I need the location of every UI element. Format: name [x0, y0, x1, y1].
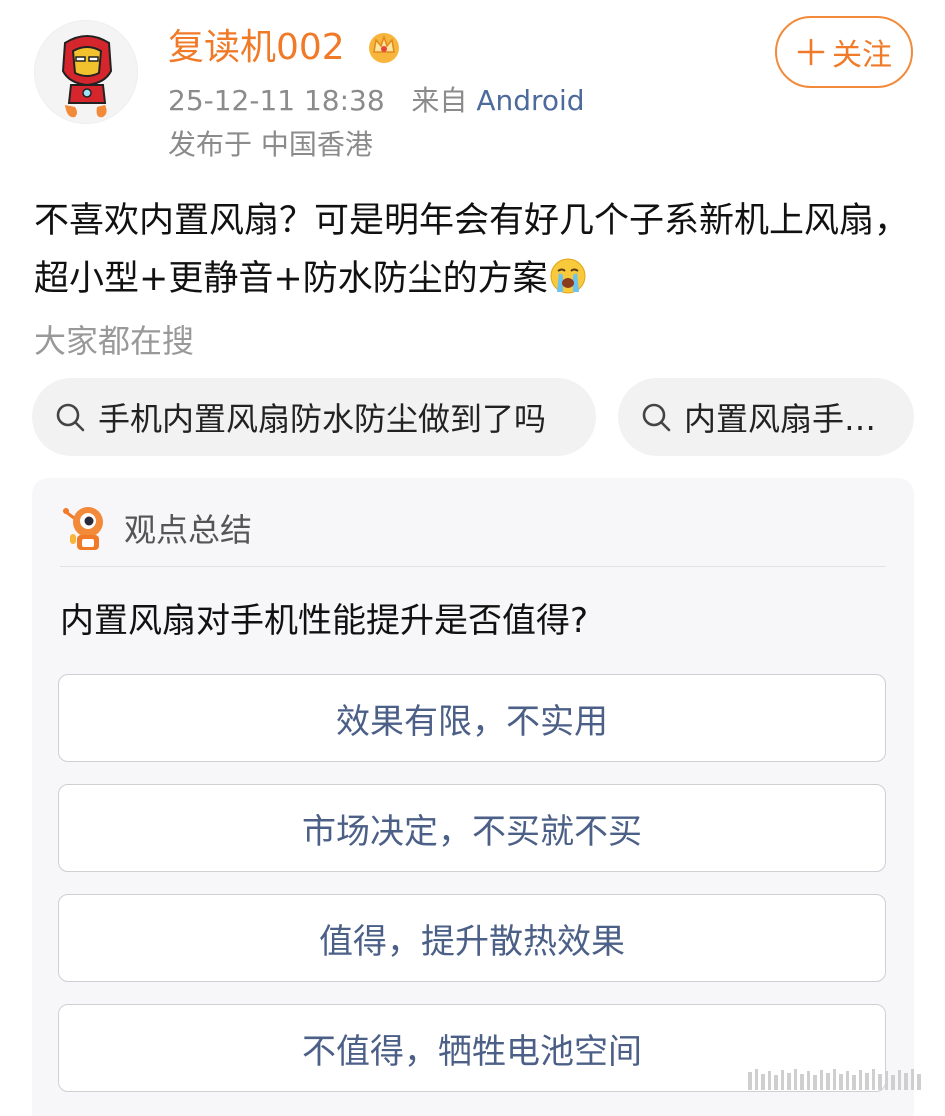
- timestamp: 25-12-11 18:38: [168, 84, 385, 117]
- opinion-summary-card: 观点总结 内置风扇对手机性能提升是否值得? 效果有限，不实用 市场决定，不买就不…: [32, 478, 914, 1116]
- search-icon: [642, 403, 671, 432]
- search-icon: [56, 403, 85, 432]
- divider: [60, 566, 886, 567]
- poll-option-label: 效果有限，不实用: [336, 701, 608, 742]
- poll-option[interactable]: 效果有限，不实用: [58, 674, 886, 762]
- search-chip-text: 手机内置风扇防水防尘做到了吗: [98, 400, 547, 438]
- avatar[interactable]: [34, 20, 138, 124]
- post-location: 发布于 中国香港: [168, 128, 373, 161]
- post-meta: 25-12-11 18:38 来自 Android: [168, 80, 585, 122]
- poll-option[interactable]: 市场决定，不买就不买: [58, 784, 886, 872]
- crown-badge-icon: [369, 33, 399, 63]
- poll-option-label: 值得，提升散热效果: [319, 921, 625, 962]
- watermark-logo-icon: [748, 1069, 921, 1090]
- poll-option-label: 不值得，牺牲电池空间: [302, 1031, 642, 1072]
- source-prefix: 来自: [411, 84, 468, 117]
- crying-face-emoji-icon: [550, 258, 586, 294]
- card-header: 观点总结: [60, 500, 252, 556]
- search-chip[interactable]: 手机内置风扇防水防尘做到了吗: [32, 378, 596, 456]
- follow-label: 关注: [832, 38, 892, 73]
- ai-robot-icon: [63, 507, 103, 550]
- trending-search-label: 大家都在搜: [34, 322, 195, 360]
- post-text: 不喜欢内置风扇？可是明年会有好几个子系新机上风扇，超小型+更静音+防水防尘的方案: [34, 192, 914, 308]
- post-body: 不喜欢内置风扇？可是明年会有好几个子系新机上风扇，超小型+更静音+防水防尘的方案: [34, 201, 910, 299]
- ironman-avatar-icon: [35, 21, 137, 123]
- card-title: 观点总结: [124, 511, 253, 549]
- poll-option[interactable]: 值得，提升散热效果: [58, 894, 886, 982]
- search-chip[interactable]: 内置风扇手…: [618, 378, 914, 456]
- plus-icon: [797, 38, 825, 66]
- poll-question: 内置风扇对手机性能提升是否值得?: [60, 601, 589, 641]
- follow-button[interactable]: 关注: [775, 16, 913, 88]
- source-link[interactable]: Android: [476, 84, 584, 117]
- search-chip-text: 内置风扇手…: [684, 400, 877, 438]
- poll-option-label: 市场决定，不买就不买: [302, 811, 642, 852]
- username[interactable]: 复读机002: [168, 22, 345, 74]
